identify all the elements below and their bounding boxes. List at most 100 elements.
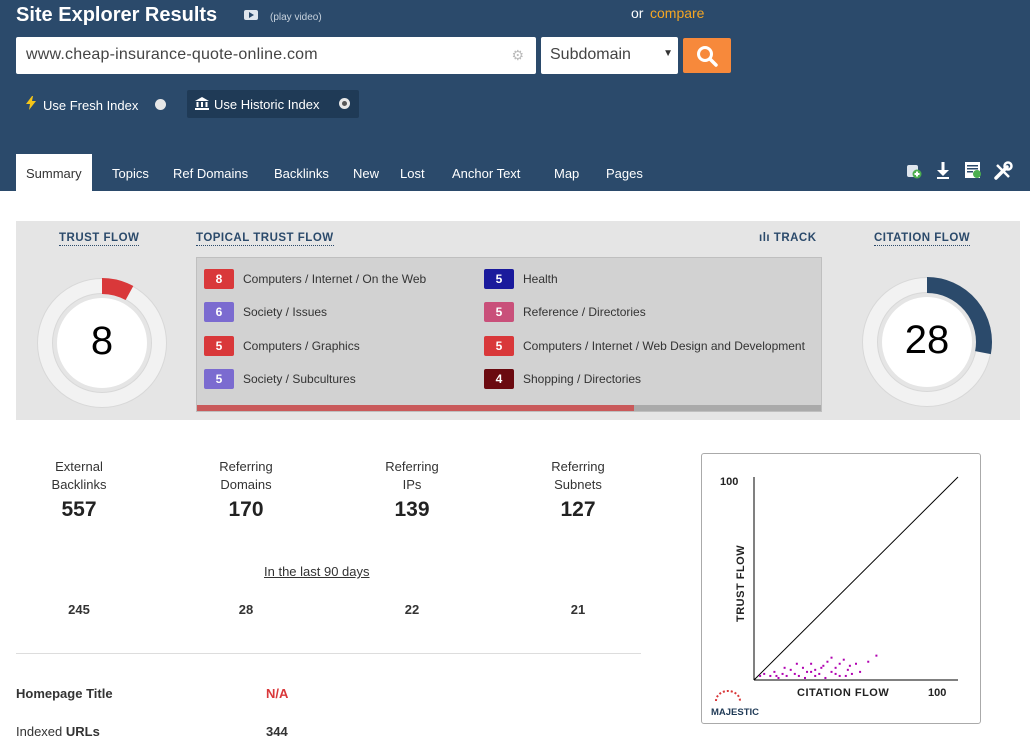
track-label: TRACK bbox=[773, 232, 817, 244]
gear-icon[interactable]: ⚙ bbox=[511, 47, 524, 64]
topic-label: Society / Issues bbox=[243, 305, 328, 319]
fresh-index-label: Use Fresh Index bbox=[43, 98, 139, 113]
last90-value[interactable]: 28 bbox=[186, 602, 306, 617]
add-bucket-icon[interactable] bbox=[903, 161, 923, 181]
report-icon[interactable] bbox=[963, 161, 983, 181]
topic-label: Reference / Directories bbox=[523, 305, 646, 319]
stat-label: Referring bbox=[219, 459, 273, 474]
scatter-point bbox=[773, 670, 776, 673]
play-video-icon[interactable] bbox=[244, 10, 258, 20]
search-button[interactable] bbox=[683, 38, 731, 73]
tools-icon[interactable] bbox=[993, 161, 1013, 181]
topic-score-badge: 5 bbox=[484, 336, 514, 356]
stat-label: Referring bbox=[385, 459, 439, 474]
scatter-point bbox=[867, 660, 870, 663]
scatter-point bbox=[844, 674, 847, 677]
compare-link[interactable]: compare bbox=[650, 5, 704, 21]
last90-value[interactable]: 245 bbox=[19, 602, 139, 617]
referring-ips-stat: Referring IPs 139 bbox=[352, 458, 472, 522]
topics-scrollbar-thumb[interactable] bbox=[197, 405, 634, 411]
scatter-point bbox=[785, 674, 788, 677]
fresh-index-radio[interactable] bbox=[155, 99, 166, 110]
topic-score-badge: 5 bbox=[484, 302, 514, 322]
citation-flow-value: 28 bbox=[904, 318, 950, 362]
scatter-point bbox=[810, 670, 813, 673]
scatter-point bbox=[830, 670, 833, 673]
scatter-point bbox=[834, 666, 837, 669]
referring-domains-stat: Referring Domains 170 bbox=[186, 458, 306, 522]
tab-topics[interactable]: Topics bbox=[112, 154, 149, 191]
indexed-urls-label-b: URLs bbox=[65, 724, 100, 739]
tab-summary[interactable]: Summary bbox=[16, 154, 92, 191]
scatter-point bbox=[826, 660, 829, 663]
topical-trust-flow-heading[interactable]: TOPICAL TRUST FLOW bbox=[196, 232, 334, 246]
stat-value[interactable]: 557 bbox=[19, 498, 139, 522]
scatter-point bbox=[810, 662, 813, 665]
scatter-point bbox=[781, 672, 784, 675]
indexed-urls-value: 344 bbox=[266, 724, 288, 739]
stat-label: Backlinks bbox=[51, 477, 107, 492]
scatter-point bbox=[783, 666, 786, 669]
scatter-point bbox=[830, 656, 833, 659]
scatter-point bbox=[850, 672, 853, 675]
historic-index-option[interactable]: Use Historic Index bbox=[187, 90, 359, 118]
stat-value[interactable]: 139 bbox=[352, 498, 472, 522]
scatter-plot: 100 100 CITATION FLOW TRUST FLOW MAJESTI… bbox=[711, 476, 959, 718]
scatter-point bbox=[769, 674, 772, 677]
tab-ref-domains[interactable]: Ref Domains bbox=[173, 154, 248, 191]
topic-score-badge: 5 bbox=[484, 269, 514, 289]
topics-scrollbar[interactable] bbox=[197, 405, 821, 411]
last90-value[interactable]: 22 bbox=[352, 602, 472, 617]
topic-score-badge: 8 bbox=[204, 269, 234, 289]
scatter-points bbox=[759, 654, 878, 679]
url-input-value: www.cheap-insurance-quote-online.com bbox=[26, 46, 318, 63]
url-input[interactable]: www.cheap-insurance-quote-online.com ⚙ bbox=[16, 37, 536, 74]
scope-select-value: Subdomain bbox=[550, 46, 631, 63]
topic-label: Computers / Internet / On the Web bbox=[243, 272, 427, 286]
stat-value[interactable]: 127 bbox=[518, 498, 638, 522]
tab-lost[interactable]: Lost bbox=[400, 154, 425, 191]
topic-score-badge: 6 bbox=[204, 302, 234, 322]
last90-value[interactable]: 21 bbox=[518, 602, 638, 617]
y-axis-label: TRUST FLOW bbox=[735, 545, 747, 622]
tab-anchor-text[interactable]: Anchor Text bbox=[452, 154, 520, 191]
stat-label: Subnets bbox=[554, 477, 602, 492]
bank-icon bbox=[195, 97, 209, 110]
tab-map[interactable]: Map bbox=[554, 154, 579, 191]
citation-flow-gauge: 28 bbox=[861, 276, 993, 408]
tab-new[interactable]: New bbox=[353, 154, 379, 191]
trust-flow-arc bbox=[101, 278, 134, 301]
stat-label: Referring bbox=[551, 459, 605, 474]
scope-select[interactable]: Subdomain ▼ bbox=[541, 37, 678, 74]
topic-score-badge: 4 bbox=[484, 369, 514, 389]
scatter-point bbox=[804, 676, 806, 679]
historic-index-label: Use Historic Index bbox=[214, 97, 320, 112]
majestic-logo-text: MAJESTIC bbox=[711, 707, 759, 718]
topic-label: Shopping / Directories bbox=[523, 372, 642, 386]
tab-backlinks[interactable]: Backlinks bbox=[274, 154, 329, 191]
divider bbox=[16, 653, 641, 654]
stat-value[interactable]: 170 bbox=[186, 498, 306, 522]
external-backlinks-stat: External Backlinks 557 bbox=[19, 458, 139, 522]
topic-label: Health bbox=[523, 272, 558, 286]
flow-metrics-panel: TRUST FLOW TOPICAL TRUST FLOW ılı TRACK … bbox=[16, 221, 1020, 420]
indexed-urls-label: Indexed URLs bbox=[16, 724, 100, 739]
download-icon[interactable] bbox=[933, 161, 953, 181]
scatter-point bbox=[795, 662, 798, 665]
scatter-point bbox=[814, 674, 817, 677]
scatter-point bbox=[838, 662, 841, 665]
scatter-point bbox=[846, 668, 849, 671]
scatter-point bbox=[848, 664, 851, 667]
topic-label: Computers / Graphics bbox=[243, 339, 360, 353]
homepage-title-label: Homepage Title bbox=[16, 686, 113, 701]
trust-flow-heading[interactable]: TRUST FLOW bbox=[59, 232, 140, 246]
historic-index-radio[interactable] bbox=[339, 98, 350, 109]
citation-flow-heading[interactable]: CITATION FLOW bbox=[874, 232, 971, 246]
tab-pages[interactable]: Pages bbox=[606, 154, 643, 191]
trust-flow-gauge: 8 bbox=[36, 277, 168, 409]
scatter-point bbox=[814, 668, 817, 671]
last-90-days-link[interactable]: In the last 90 days bbox=[264, 564, 370, 579]
play-video-link[interactable]: (play video) bbox=[270, 12, 322, 23]
track-button[interactable]: ılı TRACK bbox=[759, 232, 817, 244]
topic-score-badge: 5 bbox=[204, 336, 234, 356]
